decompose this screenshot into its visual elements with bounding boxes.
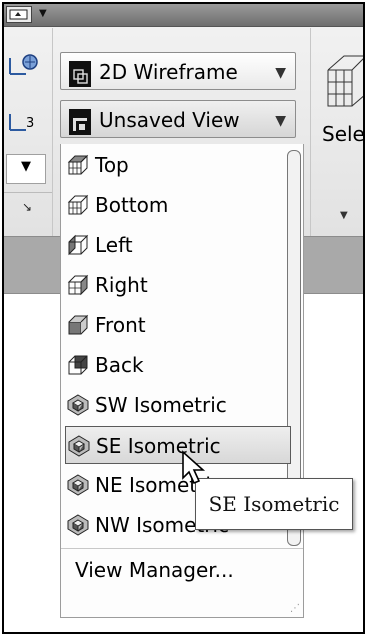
view-top-icon [67,154,89,175]
isometric-icon [67,514,89,536]
view-combo[interactable]: Unsaved View ▼ [60,100,296,138]
isometric-icon [67,474,89,496]
list-item[interactable]: Back [65,346,291,384]
list-item[interactable]: Left [65,226,291,264]
list-item-label: Front [95,313,146,337]
list-item-label: Back [95,353,144,377]
panel-icon [9,9,28,20]
divider [52,28,53,236]
view-value: Unsaved View [99,108,240,132]
list-item[interactable]: Right [65,266,291,304]
ucs-globe-button[interactable] [6,52,44,82]
visual-style-icon [69,61,91,87]
divider [61,548,303,549]
resize-grip-icon[interactable]: ⋰ [290,603,300,614]
ucs-combo[interactable]: ▼ [6,154,46,184]
launcher-arrow-icon: ↘ [22,200,33,214]
list-item-selected[interactable]: SE Isometric [65,426,291,464]
list-item[interactable]: Top [65,146,291,184]
visual-style-value: 2D Wireframe [99,60,238,84]
isometric-icon [68,435,90,457]
ucs-3point-button[interactable]: 3 [6,108,44,138]
viewcube-icon [327,55,363,107]
tooltip: SE Isometric [195,478,353,530]
list-item-label: SW Isometric [95,393,227,417]
viewcube-button[interactable] [322,50,363,110]
panel-expand-icon[interactable]: ▼ [340,210,348,221]
list-item-label: Bottom [95,193,169,217]
chevron-down-icon: ▼ [275,65,286,81]
view-front-icon [68,314,89,335]
list-item[interactable]: SW Isometric [65,386,291,424]
view-manager-button[interactable]: View Manager... [75,558,234,582]
mouse-cursor-icon [182,450,206,485]
list-item-label: Top [95,153,129,177]
list-item-label: Left [95,233,133,257]
view-left-icon [68,234,89,256]
view-bottom-icon [67,194,89,215]
list-item[interactable]: Bottom [65,186,291,224]
ucs-globe-icon [9,54,38,75]
select-mode-label[interactable]: Selec [322,122,363,146]
title-strip: ▼ [4,4,363,27]
divider [4,192,52,193]
view-dropdown-list: Top Bottom Left Right Front Back SW Isom… [60,144,304,618]
ucs-3point-icon: 3 [9,114,34,131]
visual-style-combo[interactable]: 2D Wireframe ▼ [60,52,296,90]
isometric-icon [67,394,89,416]
divider [310,28,311,236]
chevron-down-icon: ▼ [21,159,31,174]
view-right-icon [67,274,89,296]
chevron-down-icon: ▼ [275,113,286,129]
view-icon [69,109,91,135]
list-item[interactable]: Front [65,306,291,344]
quick-access-button[interactable] [6,6,32,23]
ucs-3point-label: 3 [26,116,34,131]
view-back-icon [68,355,88,375]
panel-launcher-button[interactable]: ↘ [6,200,44,218]
app-window: ▼ 3 ▼ ↘ 2D Wireframe ▼ Unsaved View ▼ Se… [2,2,365,634]
quick-access-dropdown-icon[interactable]: ▼ [39,8,47,19]
list-item-label: Right [95,273,148,297]
